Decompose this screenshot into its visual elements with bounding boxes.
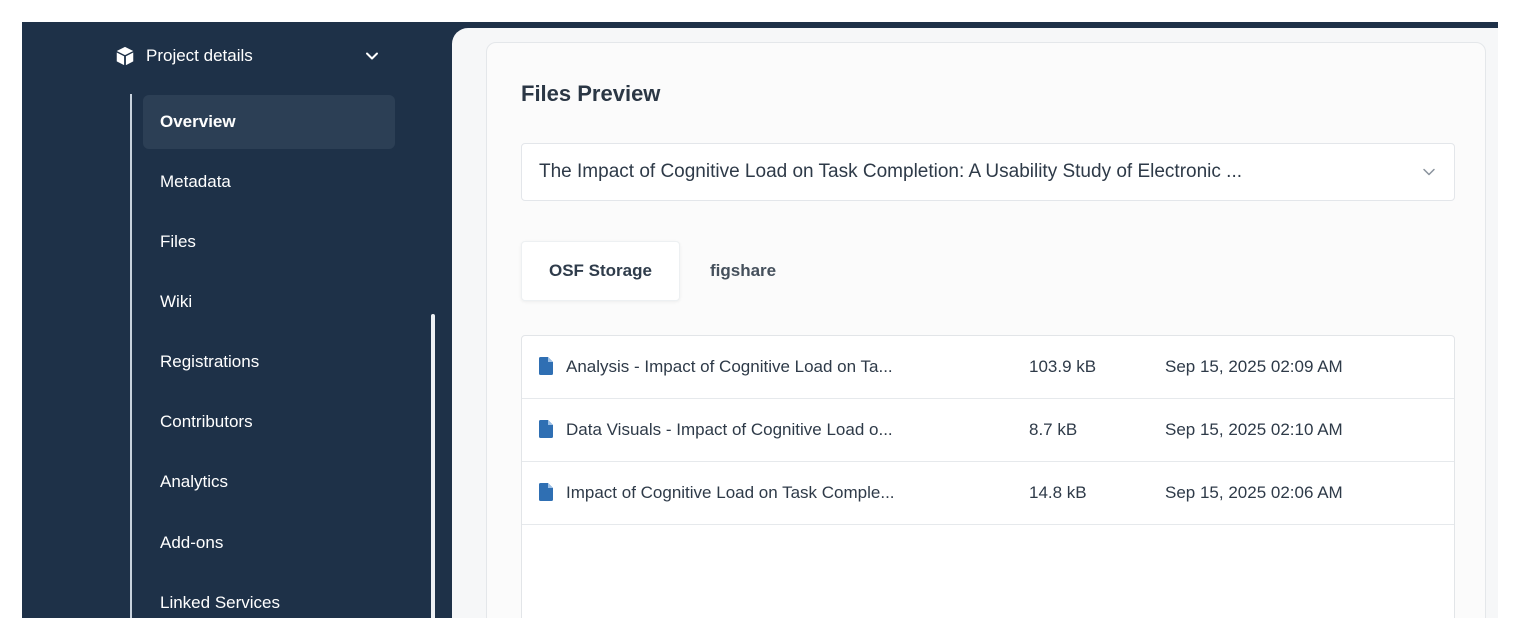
storage-tabs: OSF Storage figshare (521, 241, 803, 301)
file-name[interactable]: Analysis - Impact of Cognitive Load on T… (566, 357, 893, 377)
project-select-value: The Impact of Cognitive Load on Task Com… (539, 161, 1243, 182)
sidebar: Project details Overview Metadata Files … (22, 22, 454, 618)
sidebar-item-wiki[interactable]: Wiki (143, 275, 395, 329)
sidebar-item-contributors[interactable]: Contributors (143, 395, 395, 449)
file-icon (539, 357, 553, 375)
tab-label: figshare (709, 261, 777, 280)
file-list: Analysis - Impact of Cognitive Load on T… (521, 335, 1455, 618)
sidebar-item-files[interactable]: Files (143, 215, 395, 269)
sidebar-item-analytics[interactable]: Analytics (143, 455, 395, 509)
tab-label: OSF Storage (549, 261, 652, 280)
sidebar-item-label: Wiki (160, 292, 193, 311)
sidebar-item-linked-services[interactable]: Linked Services (143, 576, 395, 618)
sidebar-item-metadata[interactable]: Metadata (143, 155, 395, 209)
files-preview-card: Files Preview The Impact of Cognitive Lo… (486, 42, 1486, 618)
nav-rail (130, 94, 132, 618)
sidebar-item-registrations[interactable]: Registrations (143, 335, 395, 389)
file-size: 14.8 kB (1029, 483, 1087, 502)
tab-figshare[interactable]: figshare (680, 241, 803, 301)
file-name[interactable]: Data Visuals - Impact of Cognitive Load … (566, 420, 893, 440)
project-details-label: Project details (146, 46, 253, 65)
page-title: Files Preview (521, 81, 661, 106)
project-select[interactable]: The Impact of Cognitive Load on Task Com… (521, 143, 1455, 201)
file-row[interactable]: Analysis - Impact of Cognitive Load on T… (522, 336, 1454, 399)
sidebar-item-label: Overview (160, 112, 236, 131)
sidebar-scrollbar[interactable] (431, 314, 435, 618)
sidebar-item-label: Linked Services (160, 593, 281, 612)
sidebar-item-label: Analytics (160, 472, 229, 491)
chevron-down-icon (1423, 168, 1435, 176)
file-size: 8.7 kB (1029, 420, 1078, 439)
sidebar-item-overview[interactable]: Overview (143, 95, 395, 149)
file-icon (539, 483, 553, 501)
file-row[interactable]: Data Visuals - Impact of Cognitive Load … (522, 399, 1454, 462)
content-panel: Files Preview The Impact of Cognitive Lo… (452, 28, 1498, 618)
sidebar-item-label: Files (160, 232, 196, 251)
sidebar-item-label: Registrations (160, 352, 260, 371)
file-row[interactable]: Impact of Cognitive Load on Task Comple.… (522, 462, 1454, 525)
cube-icon (116, 46, 134, 66)
sidebar-item-label: Add-ons (160, 533, 224, 552)
tab-osf-storage[interactable]: OSF Storage (521, 241, 680, 301)
chevron-down-icon[interactable] (364, 48, 380, 64)
sidebar-item-add-ons[interactable]: Add-ons (143, 516, 395, 570)
file-icon (539, 420, 553, 438)
file-name[interactable]: Impact of Cognitive Load on Task Comple.… (566, 483, 895, 503)
sidebar-item-label: Metadata (160, 172, 231, 191)
sidebar-item-label: Contributors (160, 412, 253, 431)
file-modified-date: Sep 15, 2025 02:10 AM (1165, 420, 1343, 439)
file-modified-date: Sep 15, 2025 02:09 AM (1165, 357, 1343, 376)
file-modified-date: Sep 15, 2025 02:06 AM (1165, 483, 1343, 502)
project-details-toggle[interactable]: Project details (114, 40, 378, 72)
file-size: 103.9 kB (1029, 357, 1097, 376)
app-frame: Project details Overview Metadata Files … (22, 22, 1498, 618)
